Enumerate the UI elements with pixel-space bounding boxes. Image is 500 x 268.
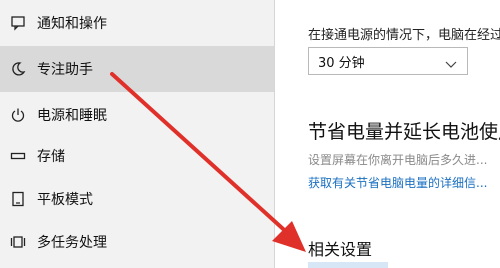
sidebar-item-power-sleep[interactable]: 电源和睡眠 [0,92,274,138]
related-settings-link[interactable] [308,262,388,268]
sidebar-item-storage[interactable]: 存储 [0,133,274,179]
sidebar-item-notifications[interactable]: 通知和操作 [0,0,274,46]
sidebar-item-label: 平板模式 [37,192,93,208]
sidebar-item-label: 电源和睡眠 [37,108,107,124]
sleep-time-dropdown[interactable]: 30 分钟 [308,47,468,75]
notification-icon [8,13,28,33]
sidebar-item-label: 多任务处理 [37,235,107,251]
sidebar-item-tablet-mode[interactable]: 平板模式 [0,176,274,222]
plugged-in-sleep-label: 在接通电源的情况下，电脑在经过 [308,28,500,43]
chevron-down-icon [445,55,457,74]
power-saving-info-link[interactable]: 获取有关节省电脑电量的详细信... [308,174,487,191]
sidebar-item-label: 专注助手 [37,62,93,78]
dropdown-value: 30 分钟 [318,55,365,71]
battery-saving-title: 节省电量并延长电池使用 [308,121,500,143]
tablet-icon [8,189,28,209]
settings-sidebar: 通知和操作 专注助手 电源和睡眠 存储 平板模式 多任务处理 [0,0,274,268]
sidebar-item-multitasking[interactable]: 多任务处理 [0,219,274,265]
sidebar-item-label: 存储 [37,149,65,165]
storage-icon [8,146,28,166]
sidebar-item-label: 通知和操作 [37,16,107,32]
sidebar-item-focus-assist[interactable]: 专注助手 [0,46,274,92]
main-content: 在接通电源的情况下，电脑在经过 30 分钟 节省电量并延长电池使用 设置屏幕在你… [275,0,500,268]
multitask-icon [8,232,28,252]
battery-saving-description: 设置屏幕在你离开电脑后多久进... [308,153,488,167]
moon-icon [8,59,28,79]
power-icon [8,105,28,125]
related-settings-title: 相关设置 [308,240,373,259]
